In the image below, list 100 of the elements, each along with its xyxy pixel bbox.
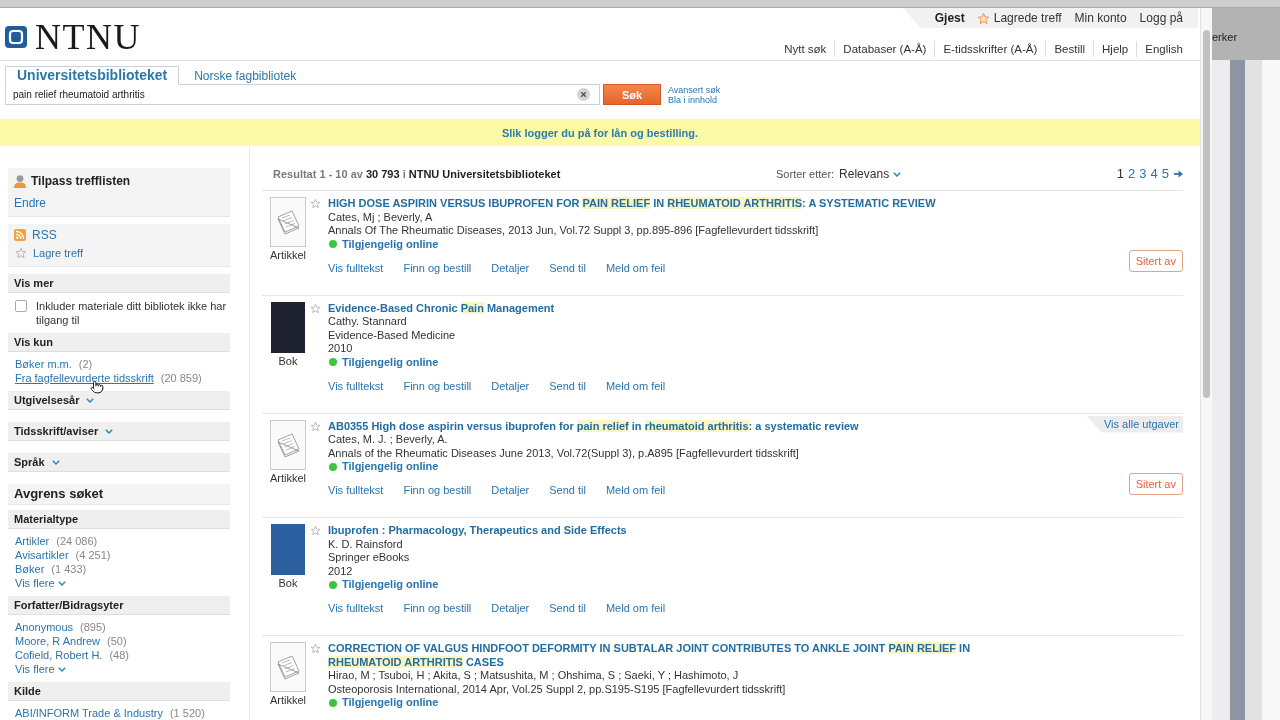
page-link[interactable]: 3 bbox=[1139, 166, 1147, 182]
result-title[interactable]: AB0355 High dose aspirin versus ibuprofen for pain relief in rheumatoid arthritis: a systematic review bbox=[328, 419, 859, 433]
section-header: Vis kun bbox=[8, 333, 230, 352]
result-action-link[interactable]: Finn og bestill bbox=[403, 602, 472, 615]
result-action-link[interactable]: Vis fulltekst bbox=[328, 379, 384, 393]
user-name: Gjest bbox=[934, 11, 965, 25]
section-toggle[interactable]: Tidsskrift/aviser bbox=[8, 422, 230, 441]
section-header: Materialtype bbox=[8, 510, 230, 529]
star-icon[interactable] bbox=[311, 526, 320, 535]
star-icon[interactable] bbox=[311, 421, 320, 431]
result-action-link[interactable]: Finn og bestill bbox=[403, 484, 472, 497]
nav-link[interactable]: English bbox=[1136, 41, 1183, 57]
facet-link[interactable]: Cofield, Robert H. bbox=[15, 648, 103, 662]
result-action-link[interactable]: Meld om feil bbox=[605, 602, 666, 615]
facet-count: (2) bbox=[78, 357, 93, 371]
show-more-link[interactable]: Vis flere bbox=[15, 662, 66, 676]
result-detail: Annals of the Rheumatic Diseases June 2013, Vol.72(Suppl 3), p.A895 [Fagfellevurdert tidsskrift] bbox=[328, 446, 799, 460]
star-icon[interactable] bbox=[311, 303, 320, 313]
user-link[interactable]: Min konto bbox=[1074, 11, 1127, 25]
facet-link[interactable]: Artikler bbox=[15, 534, 50, 548]
nav-link[interactable]: Databaser (A-Å) bbox=[834, 41, 935, 57]
search-option-link[interactable]: Avansert søk bbox=[668, 85, 721, 95]
result-action-link[interactable]: Finn og bestill bbox=[403, 379, 472, 393]
page-link[interactable]: 4 bbox=[1150, 166, 1158, 182]
rss-link[interactable]: RSS bbox=[32, 228, 57, 242]
checkbox-label: Inkluder materiale ditt bibliotek ikke har tilgang til bbox=[36, 299, 228, 327]
show-more-link[interactable]: Vis flere bbox=[15, 576, 66, 590]
logo-icon bbox=[5, 26, 27, 48]
result-detail: Cathy. Stannard bbox=[328, 315, 407, 329]
result-action-link[interactable]: Meld om feil bbox=[605, 484, 666, 497]
scrollbar-thumb[interactable] bbox=[1203, 30, 1210, 398]
rss-icon bbox=[14, 229, 26, 241]
panel-title: Tilpass trefflisten bbox=[31, 174, 131, 188]
edit-link[interactable]: Endre bbox=[14, 195, 224, 211]
facet-link[interactable]: ABI/INFORM Trade & Industry bbox=[15, 706, 163, 720]
search-option-link[interactable]: Bla i innhold bbox=[668, 95, 721, 105]
result-action-link[interactable]: Vis fulltekst bbox=[328, 484, 384, 497]
search-button[interactable]: Søk bbox=[603, 84, 661, 105]
facet-link[interactable]: Moore, R Andrew bbox=[15, 634, 100, 648]
result-action-link[interactable]: Detaljer bbox=[491, 379, 530, 393]
nav-link[interactable]: E-tidsskrifter (A-Å) bbox=[934, 41, 1046, 57]
result-action-link[interactable]: Meld om feil bbox=[605, 379, 666, 393]
availability-link[interactable]: Tilgjengelig online bbox=[342, 237, 439, 251]
result-type: Bok bbox=[278, 354, 298, 368]
sort-dropdown[interactable]: Relevans bbox=[839, 166, 902, 182]
user-link[interactable]: Lagrede treff bbox=[977, 11, 1062, 25]
result-action-link[interactable]: Send til bbox=[549, 261, 586, 275]
result-action-link[interactable]: Vis fulltekst bbox=[328, 602, 384, 615]
facet-link[interactable]: Fra fagfellevurderte tidsskrift bbox=[15, 371, 154, 385]
result-action-link[interactable]: Vis fulltekst bbox=[328, 261, 384, 275]
facet-link[interactable]: Avisartikler bbox=[15, 548, 69, 562]
section-toggle[interactable]: Utgivelsesår bbox=[8, 391, 230, 410]
result-title[interactable]: CORRECTION OF VALGUS HINDFOOT DEFORMITY IN SUBTALAR JOINT CONTRIBUTES TO ANKLE JOINT PAIN RELIEF IN RHEUMATOID ARTHRITIS CASES bbox=[328, 642, 993, 669]
page-link[interactable]: 2 bbox=[1128, 166, 1136, 182]
result-action-link[interactable]: Finn og bestill bbox=[403, 261, 472, 275]
availability-link[interactable]: Tilgjengelig online bbox=[342, 578, 439, 592]
facet-link[interactable]: Bøker m.m. bbox=[15, 357, 72, 371]
result-action-link[interactable]: Meld om feil bbox=[605, 261, 666, 275]
cited-by-button[interactable]: Sitert av bbox=[1128, 472, 1183, 495]
logo-text: NTNU bbox=[35, 24, 141, 50]
search-tab[interactable]: Norske fagbibliotek bbox=[179, 69, 297, 84]
result-detail: Annals Of The Rheumatic Diseases, 2013 Jun, Vol.72 Suppl 3, pp.895-896 [Fagfellevurdert tidsskrift] bbox=[328, 224, 819, 238]
availability-link[interactable]: Tilgjengelig online bbox=[342, 696, 439, 710]
result-action-link[interactable]: Send til bbox=[549, 602, 586, 615]
facet-link[interactable]: Anonymous bbox=[15, 620, 74, 634]
availability-link[interactable]: Tilgjengelig online bbox=[342, 355, 439, 369]
search-field[interactable]: pain relief rheumatoid arthritis bbox=[5, 84, 600, 105]
nav-link[interactable]: Nytt søk bbox=[776, 41, 835, 57]
current-page[interactable]: 1 bbox=[1116, 166, 1125, 182]
save-search-link[interactable]: Lagre treff bbox=[33, 247, 83, 259]
login-notice[interactable]: Slik logger du på for lån og bestilling. bbox=[0, 119, 1200, 146]
result-action-link[interactable]: Send til bbox=[549, 379, 586, 393]
section-header: Vis mer bbox=[8, 274, 230, 293]
search-tab[interactable]: Universitetsbiblioteket bbox=[5, 66, 180, 85]
section-header: Kilde bbox=[8, 682, 230, 701]
star-icon[interactable] bbox=[311, 644, 320, 653]
result-action-link[interactable]: Detaljer bbox=[491, 261, 530, 275]
result-detail: K. D. Rainsford bbox=[328, 537, 403, 551]
clear-icon[interactable] bbox=[577, 88, 590, 101]
result-title[interactable]: Ibuprofen : Pharmacology, Therapeutics and Side Effects bbox=[328, 524, 627, 538]
cited-by-button[interactable]: Sitert av bbox=[1128, 250, 1183, 272]
result-detail: Cates, M. J. ; Beverly, A. bbox=[328, 433, 448, 447]
result-title[interactable]: HIGH DOSE ASPIRIN VERSUS IBUPROFEN FOR PAIN RELIEF IN RHEUMATOID ARTHRITIS: A SYSTEMATIC REVIEW bbox=[328, 197, 936, 211]
next-page-arrow-icon[interactable] bbox=[1174, 170, 1183, 178]
result-action-link[interactable]: Send til bbox=[549, 484, 586, 497]
result-title[interactable]: Evidence-Based Chronic Pain Management bbox=[328, 301, 555, 315]
facet-count: (20 859) bbox=[160, 371, 202, 385]
checkbox[interactable] bbox=[15, 300, 27, 312]
nav-link[interactable]: Hjelp bbox=[1093, 41, 1137, 57]
result-action-link[interactable]: Detaljer bbox=[491, 602, 530, 615]
facet-link[interactable]: Bøker bbox=[15, 562, 45, 576]
result-detail: Springer eBooks bbox=[328, 551, 410, 565]
user-link[interactable]: Logg på bbox=[1139, 11, 1183, 25]
all-editions-link[interactable]: Vis alle utgaver bbox=[1086, 415, 1183, 433]
result-action-link[interactable]: Detaljer bbox=[491, 484, 530, 497]
nav-link[interactable]: Bestill bbox=[1045, 41, 1094, 57]
page-link[interactable]: 5 bbox=[1161, 166, 1169, 182]
availability-link[interactable]: Tilgjengelig online bbox=[342, 460, 439, 474]
section-toggle[interactable]: Språk bbox=[8, 453, 230, 472]
star-icon[interactable] bbox=[311, 199, 320, 208]
